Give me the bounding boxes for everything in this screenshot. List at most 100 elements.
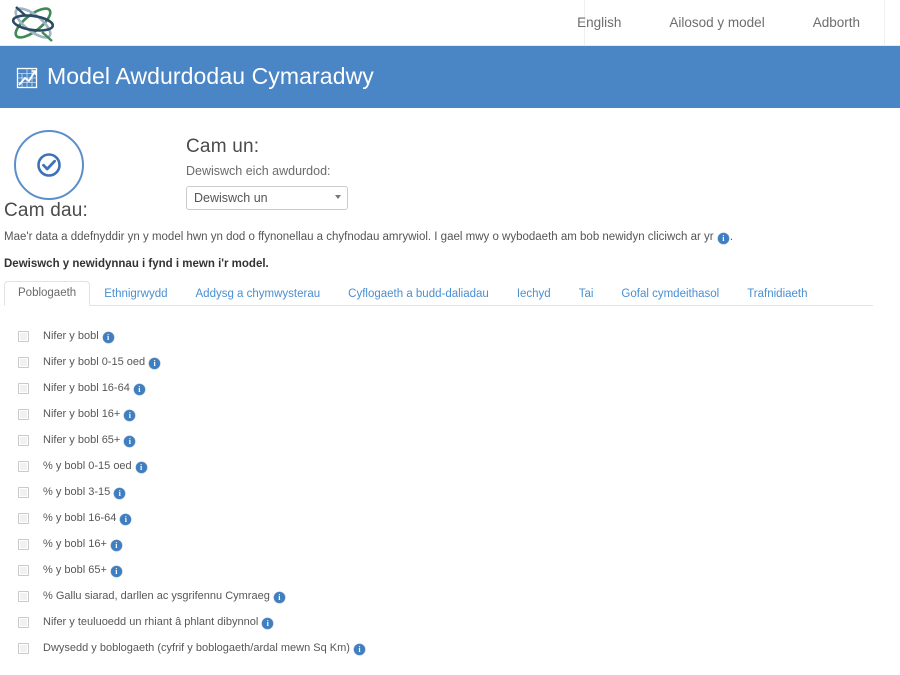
variable-checkbox[interactable] bbox=[18, 565, 29, 577]
variable-checkbox[interactable] bbox=[18, 409, 29, 421]
variable-row[interactable]: % y bobl 65+ i bbox=[18, 558, 900, 584]
nav-link-reset-model[interactable]: Ailosod y model bbox=[645, 0, 788, 46]
tab-tai[interactable]: Tai bbox=[565, 282, 608, 306]
variable-label: % Gallu siarad, darllen ac ysgrifennu Cy… bbox=[43, 590, 286, 604]
info-icon[interactable]: i bbox=[110, 566, 122, 578]
variable-checkbox[interactable] bbox=[18, 383, 29, 395]
nav-link-feedback[interactable]: Adborth bbox=[789, 0, 884, 46]
info-icon[interactable]: i bbox=[133, 384, 145, 396]
tab-gofal-cymdeithasol[interactable]: Gofal cymdeithasol bbox=[607, 282, 733, 306]
tab-addysg-a-chymwysterau[interactable]: Addysg a chymwysterau bbox=[182, 282, 335, 306]
step-two-description: Mae'r data a ddefnyddir yn y model hwn y… bbox=[4, 230, 886, 246]
info-icon[interactable]: i bbox=[273, 592, 285, 604]
variable-row[interactable]: Nifer y bobl i bbox=[18, 324, 900, 350]
tab-cyflogaeth-a-budd-daliadau[interactable]: Cyflogaeth a budd-daliadau bbox=[334, 282, 503, 306]
variable-label-text: Nifer y bobl 0-15 oed bbox=[43, 356, 146, 369]
variable-label: Nifer y bobl i bbox=[43, 330, 115, 344]
nav-link-english[interactable]: English bbox=[553, 0, 645, 46]
variable-checkbox[interactable] bbox=[18, 539, 29, 551]
variable-label-text: Nifer y bobl bbox=[43, 330, 99, 343]
variable-label-text: Nifer y teuluoedd un rhiant â phlant dib… bbox=[43, 616, 259, 629]
variable-checkbox-list: Nifer y bobl i Nifer y bobl 0-15 oed i Nifer… bbox=[0, 306, 900, 662]
step-one-heading: Cam un: bbox=[186, 136, 260, 157]
info-icon[interactable]: i bbox=[262, 618, 274, 630]
variable-checkbox[interactable] bbox=[18, 591, 29, 603]
info-icon[interactable]: i bbox=[149, 358, 161, 370]
variable-label-text: % Gallu siarad, darllen ac ysgrifennu Cy… bbox=[43, 590, 270, 603]
variable-row[interactable]: % y bobl 16-64 i bbox=[18, 506, 900, 532]
variable-label-text: Nifer y bobl 16-64 bbox=[43, 382, 130, 395]
step-two-description-period: . bbox=[729, 231, 734, 243]
variable-row[interactable]: Nifer y bobl 0-15 oed i bbox=[18, 350, 900, 376]
variable-label-text: % y bobl 65+ bbox=[43, 564, 107, 577]
variable-row[interactable]: Dwysedd y boblogaeth (cyfrif y boblogaet… bbox=[18, 636, 900, 662]
variable-checkbox[interactable] bbox=[18, 643, 29, 655]
variable-label-text: % y bobl 0-15 oed bbox=[43, 460, 132, 473]
info-icon[interactable]: i bbox=[124, 436, 136, 448]
nav-divider-right bbox=[884, 0, 885, 46]
step-two-section: Cam dau: Mae'r data a ddefnyddir yn y mo… bbox=[0, 200, 900, 270]
info-icon[interactable]: i bbox=[114, 488, 126, 500]
variable-label: % y bobl 16-64 i bbox=[43, 512, 132, 526]
info-icon[interactable]: i bbox=[135, 462, 147, 474]
variable-checkbox[interactable] bbox=[18, 513, 29, 525]
step-one-body: Cam un: Dewiswch eich awdurdod: Dewiswch… bbox=[186, 136, 348, 210]
variable-label: Dwysedd y boblogaeth (cyfrif y boblogaet… bbox=[43, 642, 366, 656]
step-two-heading: Cam dau: bbox=[4, 200, 88, 221]
variable-row[interactable]: % Gallu siarad, darllen ac ysgrifennu Cy… bbox=[18, 584, 900, 610]
variable-category-tabs: Poblogaeth Ethnigrwydd Addysg a chymwyster… bbox=[4, 280, 873, 306]
variable-label: Nifer y bobl 65+ i bbox=[43, 434, 136, 448]
step-two-description-text: Mae'r data a ddefnyddir yn y model hwn y… bbox=[4, 231, 714, 243]
tab-iechyd[interactable]: Iechyd bbox=[503, 282, 565, 306]
variable-label-text: % y bobl 3-15 bbox=[43, 486, 111, 499]
variable-checkbox[interactable] bbox=[18, 617, 29, 629]
variable-label: % y bobl 16+ i bbox=[43, 538, 123, 552]
variable-checkbox[interactable] bbox=[18, 435, 29, 447]
top-navigation-bar: English Ailosod y model Adborth bbox=[0, 0, 900, 46]
variable-label-text: Nifer y bobl 16+ bbox=[43, 408, 121, 421]
step-two-instruction: Dewiswch y newidynnau i fynd i mewn i'r … bbox=[4, 257, 269, 270]
variable-row[interactable]: Nifer y teuluoedd un rhiant â phlant dib… bbox=[18, 610, 900, 636]
variable-checkbox[interactable] bbox=[18, 331, 29, 343]
variable-row[interactable]: Nifer y bobl 65+ i bbox=[18, 428, 900, 454]
orbital-logo-icon[interactable] bbox=[6, 0, 60, 48]
variable-label-text: Nifer y bobl 65+ bbox=[43, 434, 121, 447]
variable-label: % y bobl 3-15 i bbox=[43, 486, 126, 500]
variable-label-text: % y bobl 16+ bbox=[43, 538, 107, 551]
variable-label: Nifer y teuluoedd un rhiant â phlant dib… bbox=[43, 616, 274, 630]
variable-label: Nifer y bobl 0-15 oed i bbox=[43, 356, 161, 370]
authority-select-label: Dewiswch eich awdurdod: bbox=[186, 164, 331, 178]
nav-links: English Ailosod y model Adborth bbox=[553, 0, 884, 46]
tab-poblogaeth[interactable]: Poblogaeth bbox=[4, 280, 91, 306]
authority-select[interactable]: Dewiswch un bbox=[186, 186, 348, 210]
variable-checkbox[interactable] bbox=[18, 487, 29, 499]
variable-label-text: % y bobl 16-64 bbox=[43, 512, 117, 525]
page-banner: Model Awdurdodau Cymaradwy bbox=[0, 46, 900, 108]
info-icon[interactable]: i bbox=[110, 540, 122, 552]
variable-label: Nifer y bobl 16+ i bbox=[43, 408, 136, 422]
page-title: Model Awdurdodau Cymaradwy bbox=[47, 63, 374, 89]
info-icon[interactable]: i bbox=[120, 514, 132, 526]
check-circle-icon[interactable] bbox=[14, 130, 84, 200]
variable-row[interactable]: Nifer y bobl 16+ i bbox=[18, 402, 900, 428]
variable-row[interactable]: % y bobl 3-15 i bbox=[18, 480, 900, 506]
variable-label: Nifer y bobl 16-64 i bbox=[43, 382, 146, 396]
variable-checkbox[interactable] bbox=[18, 461, 29, 473]
tab-trafnidiaeth[interactable]: Trafnidiaeth bbox=[733, 282, 821, 306]
authority-select-wrapper: Dewiswch un bbox=[186, 186, 348, 210]
variable-checkbox[interactable] bbox=[18, 357, 29, 369]
variable-row[interactable]: Nifer y bobl 16-64 i bbox=[18, 376, 900, 402]
step-one-section: Cam un: Dewiswch eich awdurdod: Dewiswch… bbox=[0, 108, 900, 210]
info-icon[interactable]: i bbox=[102, 332, 114, 344]
variable-label: % y bobl 0-15 oed i bbox=[43, 460, 148, 474]
variable-label-text: Dwysedd y boblogaeth (cyfrif y boblogaet… bbox=[43, 642, 350, 655]
tab-ethnigrwydd[interactable]: Ethnigrwydd bbox=[90, 282, 181, 306]
variable-row[interactable]: % y bobl 16+ i bbox=[18, 532, 900, 558]
info-icon[interactable]: i bbox=[353, 644, 365, 656]
info-icon[interactable]: i bbox=[124, 410, 136, 422]
line-chart-icon bbox=[16, 67, 38, 89]
variable-row[interactable]: % y bobl 0-15 oed i bbox=[18, 454, 900, 480]
check-mark-icon bbox=[36, 152, 62, 178]
variable-label: % y bobl 65+ i bbox=[43, 564, 123, 578]
info-icon[interactable]: i bbox=[717, 233, 729, 244]
